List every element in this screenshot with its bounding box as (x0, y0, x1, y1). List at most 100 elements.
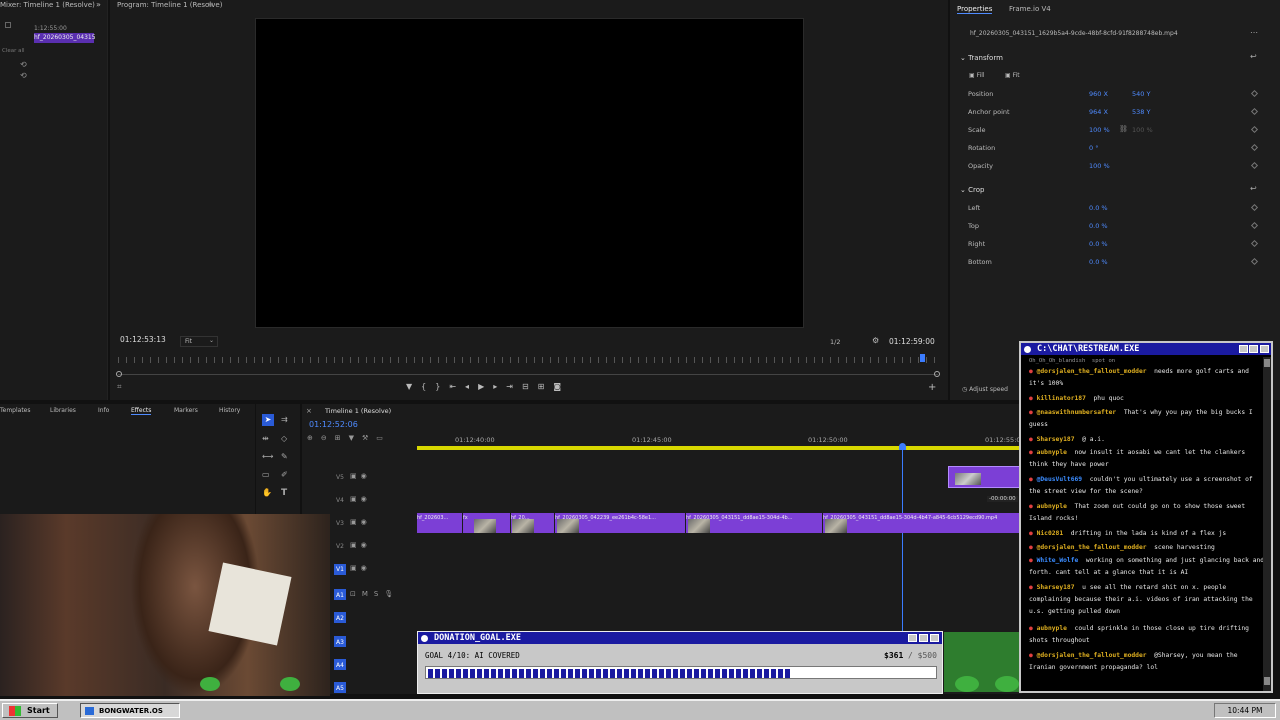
adjust-speed-button[interactable]: ◷ Adjust speed (962, 386, 1008, 393)
track-label-a1[interactable]: A1 (336, 592, 344, 599)
playhead-handle[interactable] (899, 443, 906, 450)
donation-goal-window[interactable]: DONATION_GOAL.EXE GOAL 4/10: AI COVERED … (417, 631, 943, 694)
clear-all-link[interactable]: Clear all (2, 48, 25, 54)
track-controls-v5[interactable]: ▣◉ (350, 472, 380, 480)
lift-icon[interactable]: ⊟ (522, 382, 538, 391)
track-label-v1[interactable]: V1 (336, 566, 344, 573)
timecode-in[interactable]: 01:12:53:13 (120, 335, 166, 344)
go-to-out-icon[interactable]: ⇥ (506, 382, 522, 391)
chat-username[interactable]: @dorsjalen_the_fallout_modder (1037, 368, 1147, 375)
track-controls-v1[interactable]: ▣◉ (350, 564, 380, 572)
crop-bottom-value[interactable]: 0.0 % (1089, 258, 1108, 266)
tab-templates[interactable]: Templates (0, 407, 31, 414)
tab-effects[interactable]: Effects (131, 407, 152, 415)
camera-icon[interactable]: ◙ (553, 382, 570, 391)
audio-controls-a1[interactable]: ⊡MS🎙 (350, 590, 400, 598)
tab-info[interactable]: Info (98, 407, 109, 414)
chat-username[interactable]: Sharsey187 (1037, 436, 1075, 443)
track-controls-v2[interactable]: ▣◉ (350, 541, 380, 549)
work-area-bar[interactable] (417, 446, 1020, 450)
minimize-button[interactable] (1239, 345, 1248, 353)
close-button[interactable] (930, 634, 939, 642)
undo-icon[interactable]: ⟲ (20, 60, 27, 69)
chat-username[interactable]: @dorsjalen_the_fallout_modder (1037, 544, 1147, 551)
linked-icon[interactable]: ⊖ (321, 434, 335, 442)
add-button-icon[interactable]: + (928, 382, 936, 393)
tab-libraries[interactable]: Libraries (50, 407, 76, 414)
mark-out-icon[interactable]: } (435, 382, 449, 391)
timeline-timecode[interactable]: 01:12:52:06 (309, 420, 358, 429)
more-icon[interactable]: ⋯ (1250, 28, 1258, 37)
track-label-v3[interactable]: V3 (336, 520, 344, 527)
step-back-icon[interactable]: ◂ (465, 382, 478, 391)
reset-transform-icon[interactable]: ↩ (1250, 52, 1257, 61)
video-preview[interactable] (255, 18, 804, 328)
track-select-icon[interactable]: ⇉ (281, 415, 288, 424)
scroll-down-icon[interactable] (1264, 677, 1270, 685)
go-to-in-icon[interactable]: ⇤ (449, 382, 465, 391)
marker-icon[interactable]: ▼ (349, 434, 362, 442)
chat-username[interactable]: aubnyple (1037, 503, 1067, 510)
rect-icon[interactable]: ▭ (262, 470, 270, 479)
crop-left-value[interactable]: 0.0 % (1089, 204, 1108, 212)
hand-icon[interactable]: ✋ (262, 488, 272, 497)
razor-icon[interactable]: ◇ (281, 434, 287, 443)
pen-icon[interactable]: ✎ (281, 452, 288, 461)
track-label-a5[interactable]: A5 (336, 685, 344, 692)
zoom-bar[interactable] (118, 374, 938, 375)
crop-top-value[interactable]: 0.0 % (1089, 222, 1108, 230)
mark-in-icon[interactable]: { (421, 382, 435, 391)
zoom-handle-left[interactable] (116, 371, 122, 377)
mixer-tab[interactable]: Mixer: Timeline 1 (Resolve) (0, 1, 95, 9)
extract-icon[interactable]: ⊞ (538, 382, 554, 391)
chat-username[interactable]: aubnyple (1037, 449, 1067, 456)
text-tool-icon[interactable]: T (281, 488, 287, 498)
brush-icon[interactable]: ✐ (281, 470, 288, 479)
reset-crop-icon[interactable]: ↩ (1250, 184, 1257, 193)
track-label-v2[interactable]: V2 (336, 543, 344, 550)
anchor-x[interactable]: 964 X (1089, 108, 1108, 116)
chat-username[interactable]: @DeusVult669 (1037, 476, 1083, 483)
clip-v3[interactable]: hf_20260305_043151_dd8ae15-304d-4b47-a84… (823, 513, 1020, 533)
wrench-icon[interactable]: ⚙ (872, 336, 879, 345)
mixer-clip[interactable]: hf_20260305_04315 (34, 33, 96, 43)
add-marker-icon[interactable]: ▼ (406, 382, 421, 391)
crop-section[interactable]: ⌄ Crop (960, 186, 984, 194)
track-controls-v3[interactable]: ▣◉ (350, 518, 380, 526)
tab-frameio[interactable]: Frame.io V4 (1009, 5, 1051, 13)
crop-right-value[interactable]: 0.0 % (1089, 240, 1108, 248)
position-y[interactable]: 540 Y (1132, 90, 1150, 98)
timeline-tab[interactable]: Timeline 1 (Resolve) (325, 407, 391, 415)
menu-icon[interactable] (5, 22, 11, 28)
scroll-up-icon[interactable] (1264, 359, 1270, 367)
redo-icon[interactable]: ⟲ (20, 71, 27, 80)
track-label-v5[interactable]: V5 (336, 474, 344, 481)
track-label-a3[interactable]: A3 (336, 639, 344, 646)
opacity-value[interactable]: 100 % (1089, 162, 1110, 170)
step-forward-icon[interactable]: ▸ (493, 382, 506, 391)
transform-section[interactable]: ⌄ Transform (960, 54, 1003, 62)
captions-icon[interactable]: ▭ (376, 434, 391, 442)
scale-value[interactable]: 100 % (1089, 126, 1110, 134)
tab-properties[interactable]: Properties (957, 5, 993, 14)
link-icon[interactable]: ⛓ (1119, 125, 1128, 133)
expand-icon[interactable]: » (96, 0, 101, 9)
chat-username[interactable]: Nic0281 (1037, 530, 1064, 537)
chat-username[interactable]: Sharsey187 (1037, 584, 1075, 591)
zoom-handle-right[interactable] (934, 371, 940, 377)
scrub-ruler[interactable] (118, 357, 938, 363)
tab-history[interactable]: History (219, 407, 240, 414)
fit-button[interactable]: ▣ Fit (1005, 72, 1020, 79)
selection-tool-icon[interactable]: ➤ (262, 414, 274, 426)
position-x[interactable]: 960 X (1089, 90, 1108, 98)
chat-username[interactable]: killinator187 (1037, 395, 1086, 402)
play-icon[interactable]: ▶ (478, 382, 493, 391)
maximize-button[interactable] (919, 634, 928, 642)
taskbar-item[interactable]: BONGWATER.OS (80, 703, 180, 718)
track-label-a4[interactable]: A4 (336, 662, 344, 669)
clip-v3[interactable]: hf_202603... (417, 513, 462, 533)
chat-title-bar[interactable]: C:\CHAT\RESTREAM.EXE (1021, 343, 1271, 355)
program-menu-icon[interactable]: ≡ (207, 0, 214, 9)
chat-window[interactable]: C:\CHAT\RESTREAM.EXE Oh_Oh_Oh_blandish s… (1019, 341, 1273, 693)
resolution-select[interactable]: 1/2 (830, 338, 840, 346)
